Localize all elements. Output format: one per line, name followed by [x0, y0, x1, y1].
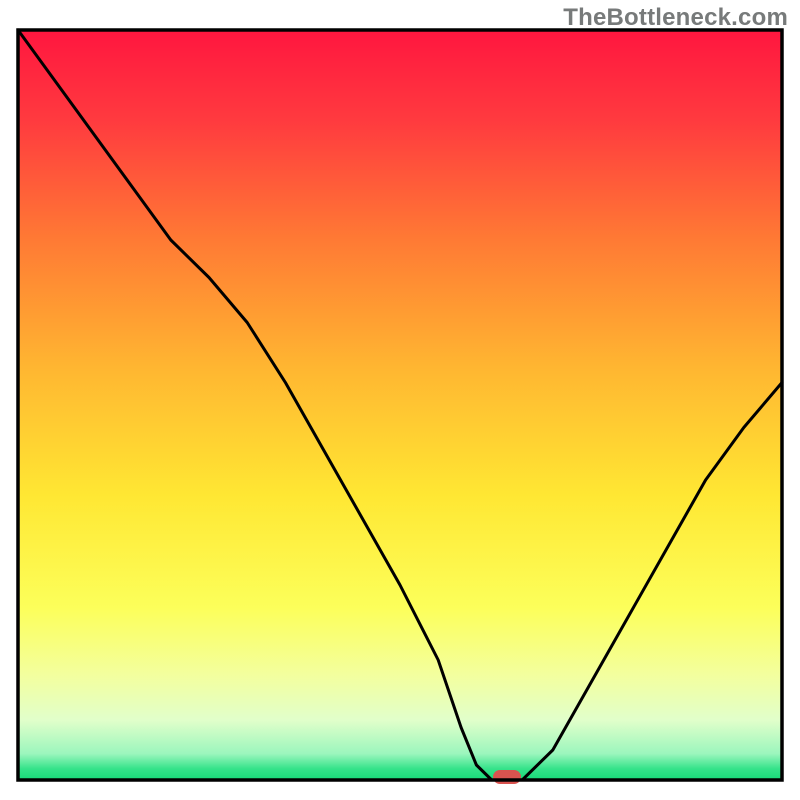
bottleneck-chart: TheBottleneck.com: [0, 0, 800, 800]
optimal-marker: [493, 770, 521, 784]
plot-background: [18, 30, 782, 780]
chart-svg: [0, 0, 800, 800]
